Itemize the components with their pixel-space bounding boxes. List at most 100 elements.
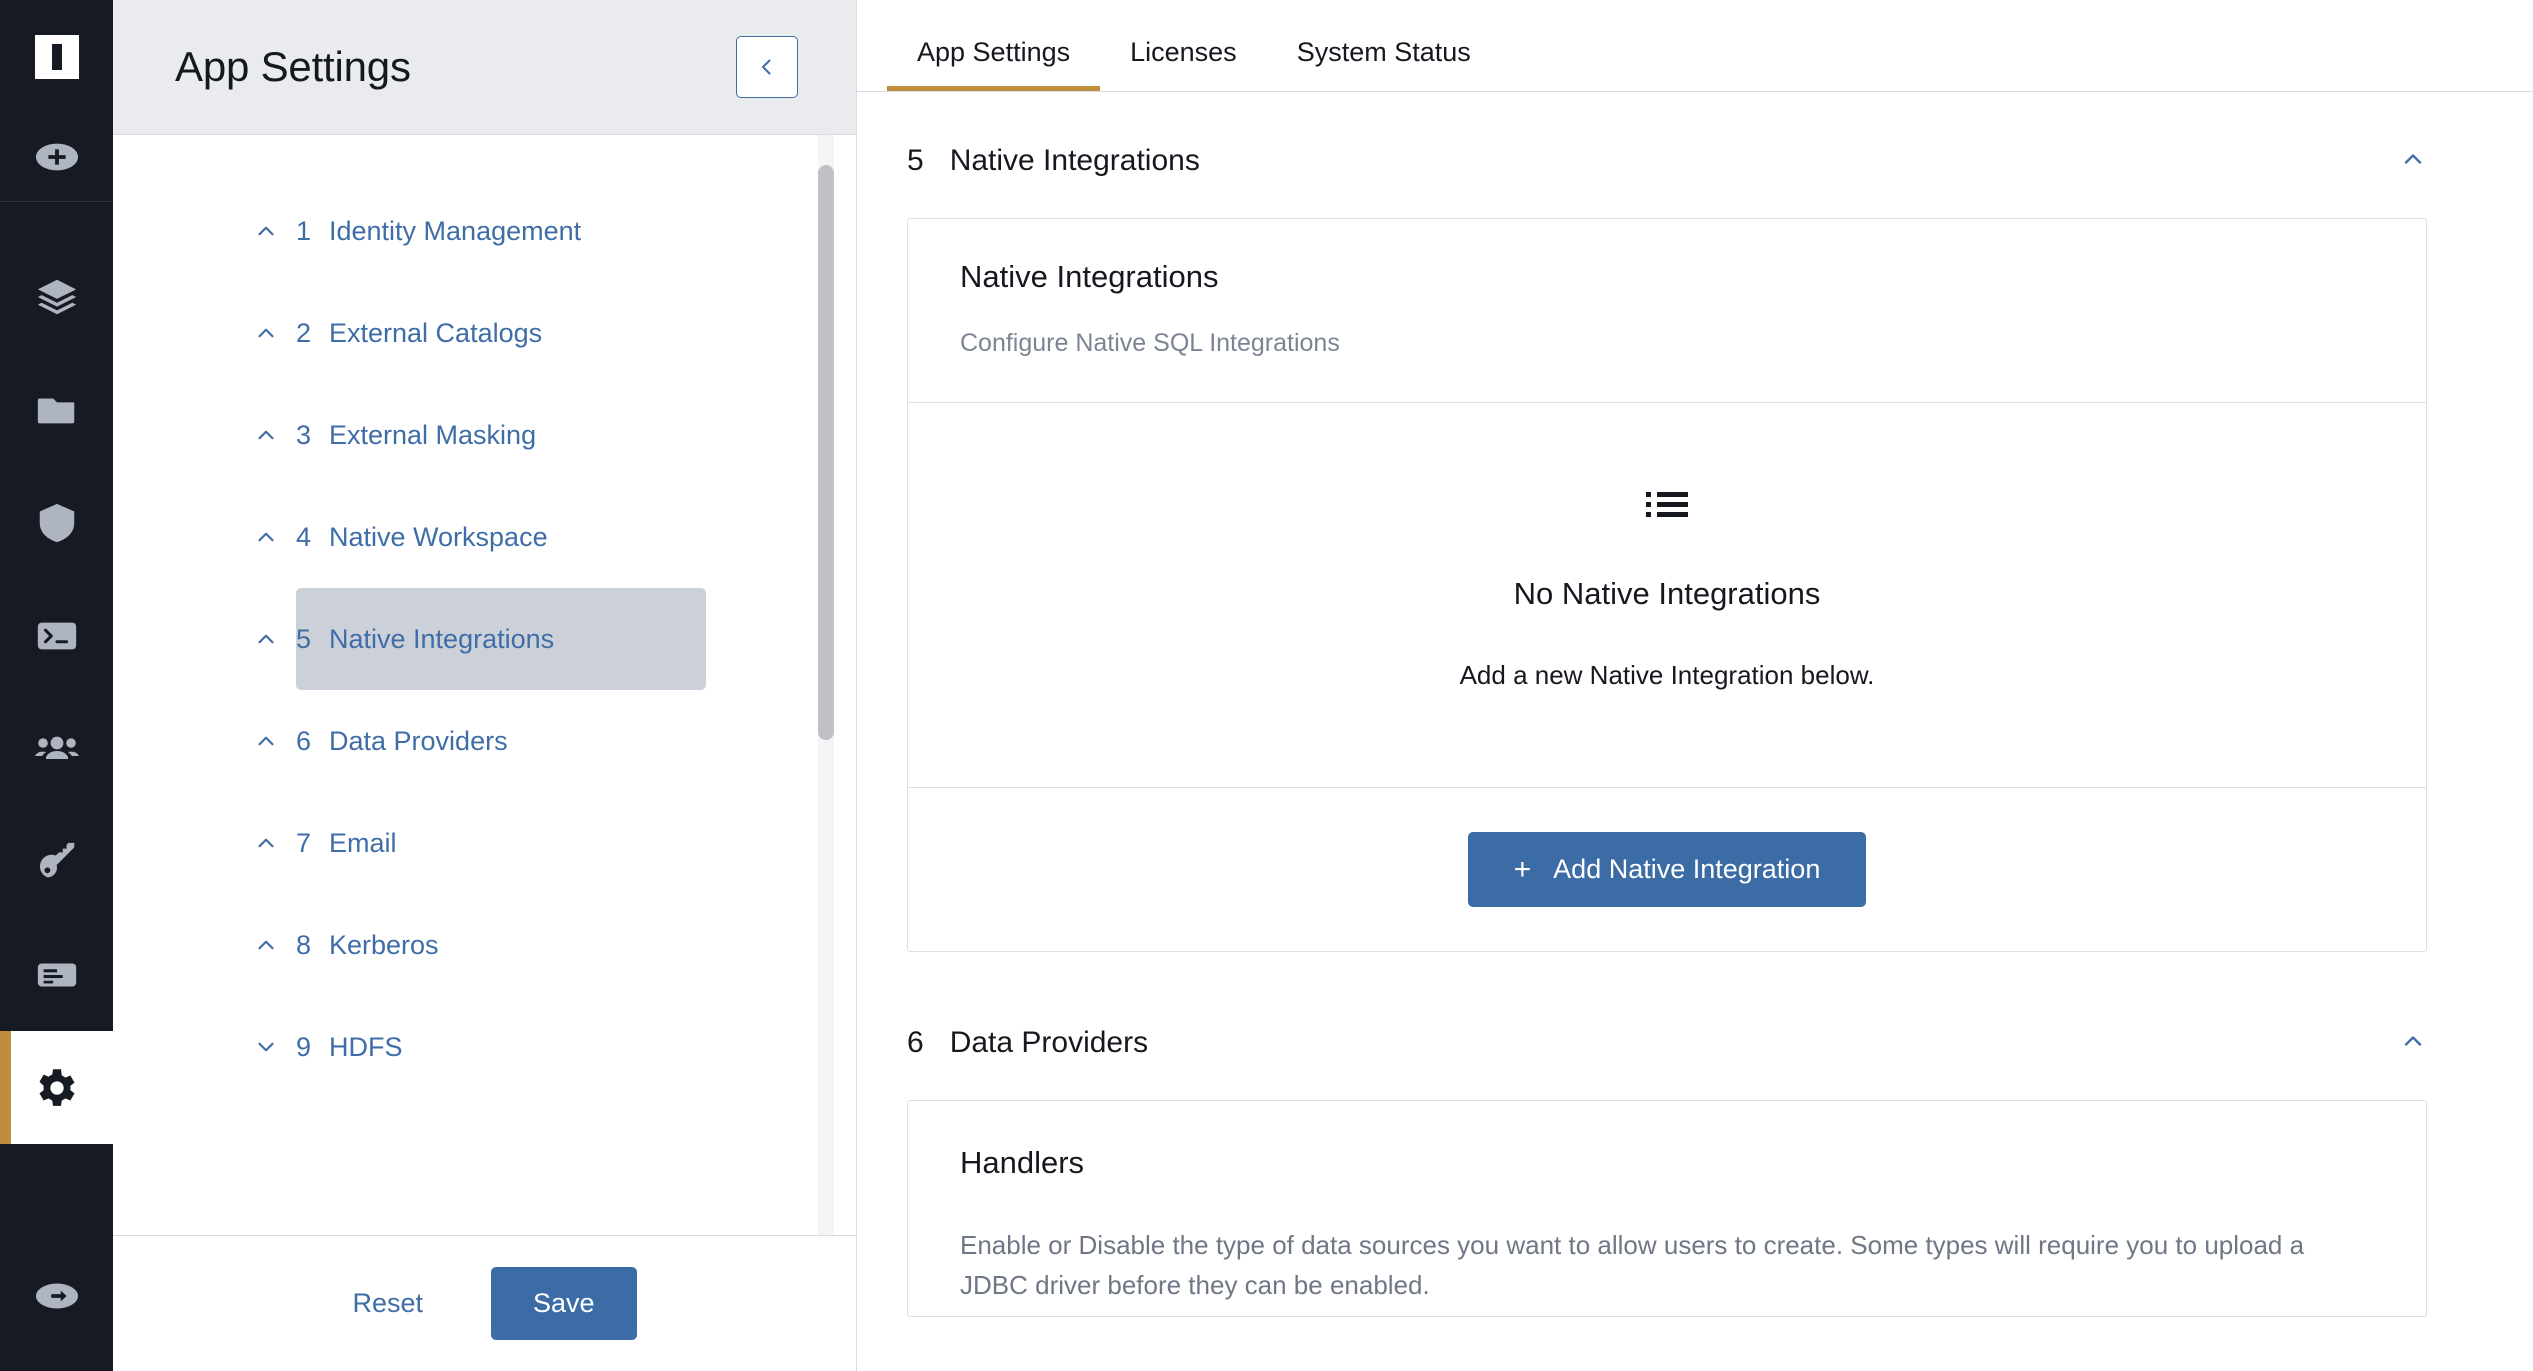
sidebar-item-number: 8 [296,929,312,960]
gear-icon [39,1068,74,1106]
settings-side-panel: App Settings 1 Identity Management 2 Ext… [113,0,857,1371]
add-native-integration-button[interactable]: + Add Native Integration [1467,832,1867,907]
rail-item-users[interactable] [0,692,113,805]
plus-icon: + [1513,852,1532,886]
sidebar-item-external-catalogs[interactable]: 2 External Catalogs [258,282,778,384]
rail-bottom[interactable] [0,1221,113,1371]
shield-icon [39,503,74,542]
tab-system-status[interactable]: System Status [1267,39,1501,91]
logo-container [0,0,113,113]
sidebar-item-native-workspace[interactable]: 4 Native Workspace [258,486,778,588]
handlers-title: Handlers [960,1145,1085,1180]
sidebar-item-hdfs[interactable]: 9 HDFS [258,996,778,1098]
sidebar-item-kerberos[interactable]: 8 Kerberos [258,894,778,996]
handlers-card: Handlers Enable or Disable the type of d… [907,1100,2427,1317]
native-integrations-card: Native Integrations Configure Native SQL… [907,218,2427,952]
section-title: Native Integrations [949,144,1200,177]
sidebar-item-label: Kerberos [329,929,439,960]
sidebar-item-label: Email [329,827,397,858]
section-collapse-chevron-up-icon[interactable] [2399,1027,2427,1060]
chevron-left-icon [762,59,771,75]
side-panel-header: App Settings [113,0,856,135]
chevron-down-icon[interactable] [253,1034,279,1060]
section-native-integrations: 5 Native Integrations Native Integration… [857,92,2489,952]
list-icon [1646,489,1688,526]
sidebar-item-label: Identity Management [329,215,582,246]
app-logo [34,34,79,79]
add-button[interactable] [0,113,113,201]
chevron-up-icon[interactable] [253,728,279,754]
sidebar-item-label: HDFS [329,1031,403,1062]
sidebar-item-data-providers[interactable]: 6 Data Providers [258,690,778,792]
handlers-card-body: Handlers Enable or Disable the type of d… [908,1101,2426,1316]
chevron-up-icon[interactable] [253,932,279,958]
rail-nav-items [0,202,113,1221]
sidebar-item-email[interactable]: 7 Email [258,792,778,894]
settings-nav-list: 1 Identity Management 2 External Catalog… [113,135,856,1098]
tab-licenses[interactable]: Licenses [1100,39,1267,91]
rail-item-layers[interactable] [0,240,113,353]
plus-circle-icon [35,143,78,171]
sidebar-item-label: External Masking [329,419,537,450]
rail-item-settings[interactable] [0,1031,113,1144]
folder-icon [37,398,74,423]
sidebar-item-label: Data Providers [329,725,508,756]
settings-sections-scroll: 5 Native Integrations Native Integration… [857,92,2533,1371]
sidebar-item-number: 2 [296,317,312,348]
card-title: Native Integrations [960,259,1219,294]
empty-state: No Native Integrations Add a new Native … [908,403,2426,788]
tab-app-settings[interactable]: App Settings [887,39,1101,91]
page-title: App Settings [175,43,411,90]
logout-circle-icon [35,1283,78,1309]
top-tabs: App Settings Licenses System Status [857,0,2533,92]
side-panel-scroll-area: 1 Identity Management 2 External Catalog… [113,135,856,1236]
users-icon [34,736,79,759]
card-subtitle: Configure Native SQL Integrations [960,329,1340,357]
card-footer: + Add Native Integration [908,788,2426,951]
layers-icon [37,279,76,314]
chevron-up-icon[interactable] [253,524,279,550]
app-root: App Settings 1 Identity Management 2 Ext… [0,0,2533,1371]
section-collapse-chevron-up-icon[interactable] [2399,145,2427,178]
sidebar-item-number: 3 [296,419,312,450]
handlers-description: Enable or Disable the type of data sourc… [960,1230,2305,1301]
sidebar-item-number: 5 [296,623,312,654]
chevron-up-icon[interactable] [253,218,279,244]
section-title: Data Providers [949,1026,1149,1059]
sidebar-item-label: Native Workspace [329,521,548,552]
chevron-up-icon[interactable] [253,830,279,856]
sidebar-item-number: 4 [296,521,312,552]
sidebar-item-native-integrations[interactable]: 5 Native Integrations [258,588,706,690]
rail-item-reports[interactable] [0,918,113,1031]
sidebar-item-external-masking[interactable]: 3 External Masking [258,384,778,486]
sidebar-item-number: 7 [296,827,312,858]
chevron-up-icon[interactable] [253,320,279,346]
key-icon [39,842,74,877]
section-data-providers: 6 Data Providers Handlers Enable or Disa… [857,952,2489,1317]
reset-button[interactable]: Reset [332,1272,443,1335]
main-content: App Settings Licenses System Status 5 Na… [857,0,2533,1371]
rail-item-security[interactable] [0,466,113,579]
chevron-up-icon[interactable] [253,626,279,652]
card-header: Native Integrations Configure Native SQL… [908,219,2426,403]
side-panel-scrollbar-thumb[interactable] [818,165,834,740]
sidebar-item-label: Native Integrations [329,623,555,654]
section-number: 5 [907,144,924,177]
sidebar-item-number: 1 [296,215,312,246]
rail-item-terminal[interactable] [0,579,113,692]
add-native-integration-label: Add Native Integration [1553,854,1821,884]
left-icon-rail [0,0,113,1371]
empty-state-title: No Native Integrations [1513,576,1821,611]
sidebar-item-number: 6 [296,725,312,756]
chevron-up-icon[interactable] [253,422,279,448]
rail-item-folders[interactable] [0,353,113,466]
collapse-panel-button[interactable] [736,36,798,98]
rail-item-keys[interactable] [0,805,113,918]
report-icon [37,963,76,986]
save-button[interactable]: Save [491,1267,637,1340]
terminal-icon [37,622,76,649]
side-panel-footer: Reset Save [113,1236,856,1371]
sidebar-item-identity-management[interactable]: 1 Identity Management [258,180,778,282]
sidebar-item-label: External Catalogs [329,317,543,348]
section-number: 6 [907,1026,924,1059]
